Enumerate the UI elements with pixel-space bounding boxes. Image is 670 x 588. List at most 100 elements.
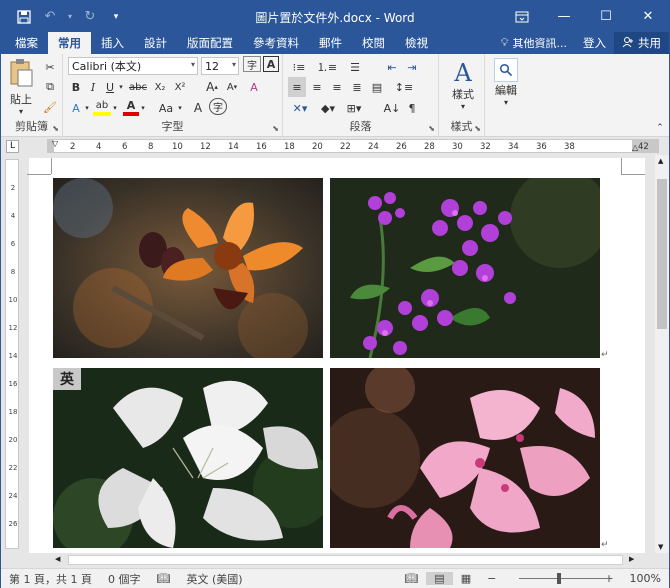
- phonetic-guide-icon[interactable]: 字: [243, 56, 261, 72]
- close-button[interactable]: ✕: [627, 1, 669, 32]
- change-case-dropdown-icon[interactable]: ▾: [176, 98, 184, 118]
- show-marks-icon[interactable]: ¶: [403, 98, 421, 118]
- enclose-characters-icon[interactable]: 字: [209, 98, 227, 115]
- editing-dropdown-icon[interactable]: ▾: [504, 98, 508, 107]
- font-launcher-icon[interactable]: ⬊: [272, 124, 279, 133]
- cut-icon[interactable]: ✂: [41, 57, 59, 77]
- paragraph-launcher-icon[interactable]: ⬊: [428, 124, 435, 133]
- sort-icon[interactable]: A↓: [383, 98, 401, 118]
- word-count[interactable]: 0 個字: [100, 571, 149, 587]
- increase-indent-icon[interactable]: ⇥: [403, 57, 421, 77]
- share-button[interactable]: 共用: [614, 32, 669, 54]
- vertical-scroll-thumb[interactable]: [657, 179, 667, 329]
- read-mode-icon[interactable]: 📖︎: [396, 572, 426, 585]
- multilevel-list-icon[interactable]: ☰: [344, 57, 366, 77]
- vertical-scrollbar[interactable]: ▲ ▼: [655, 155, 669, 553]
- ime-mode-badge[interactable]: 英: [53, 368, 81, 390]
- character-border-icon[interactable]: A: [263, 56, 279, 72]
- page-count[interactable]: 第 1 頁，共 1 頁: [1, 571, 100, 587]
- web-layout-icon[interactable]: ▦: [453, 572, 479, 585]
- undo-icon[interactable]: ↶: [39, 6, 61, 28]
- decrease-indent-icon[interactable]: ⇤: [383, 57, 401, 77]
- grow-font-icon[interactable]: A ▴: [203, 77, 221, 97]
- maximize-button[interactable]: ☐: [585, 1, 627, 32]
- collapse-ribbon-icon[interactable]: ⌃: [653, 118, 667, 138]
- font-name-dropdown-icon[interactable]: ▾: [191, 60, 195, 69]
- scroll-down-icon[interactable]: ▼: [658, 543, 663, 551]
- subscript-button[interactable]: X₂: [151, 77, 169, 97]
- scroll-up-icon[interactable]: ▲: [658, 157, 663, 165]
- paste-button[interactable]: 貼上 ▾: [6, 58, 36, 116]
- tab-file[interactable]: 檔案: [1, 32, 48, 54]
- clipboard-launcher-icon[interactable]: ⬊: [52, 124, 59, 133]
- photo-white-flowers[interactable]: 英: [53, 368, 323, 548]
- italic-button[interactable]: I: [85, 77, 101, 97]
- font-size-dropdown-icon[interactable]: ▾: [232, 60, 236, 69]
- font-size-combo[interactable]: 12 ▾: [201, 57, 239, 75]
- scroll-right-icon[interactable]: ▶: [629, 555, 634, 563]
- tab-mailings[interactable]: 郵件: [309, 32, 352, 54]
- minimize-button[interactable]: —: [543, 1, 585, 32]
- styles-button[interactable]: A 樣式 ▾: [447, 60, 479, 111]
- first-line-indent-marker[interactable]: ▽: [52, 139, 58, 148]
- styles-dropdown-icon[interactable]: ▾: [461, 102, 465, 111]
- format-painter-icon[interactable]: 🖌︎: [41, 97, 59, 117]
- text-effects-icon[interactable]: A: [68, 98, 84, 118]
- sign-in-link[interactable]: 登入: [575, 35, 614, 51]
- photo-orange-flower[interactable]: [53, 178, 323, 358]
- horizontal-scrollbar[interactable]: ◀ ▶: [23, 553, 655, 567]
- save-icon[interactable]: [13, 6, 35, 28]
- numbering-icon[interactable]: ⒈≡: [316, 57, 338, 77]
- language-indicator[interactable]: 英文 (美國): [178, 571, 250, 587]
- redo-icon[interactable]: ↻: [79, 6, 101, 28]
- bold-button[interactable]: B: [68, 77, 84, 97]
- styles-launcher-icon[interactable]: ⬊: [474, 124, 481, 133]
- strikethrough-button[interactable]: abc: [127, 77, 149, 97]
- change-case-button[interactable]: Aa: [155, 98, 177, 118]
- right-indent-marker[interactable]: △: [632, 143, 638, 152]
- copy-icon[interactable]: ⧉: [41, 77, 59, 97]
- zoom-out-icon[interactable]: −: [479, 572, 504, 585]
- scroll-left-icon[interactable]: ◀: [55, 555, 60, 563]
- bullets-icon[interactable]: ⁝≡: [288, 57, 310, 77]
- zoom-slider-knob[interactable]: [557, 573, 561, 584]
- borders-icon[interactable]: ⊞▾: [343, 98, 365, 118]
- tab-design[interactable]: 設計: [134, 32, 177, 54]
- zoom-level[interactable]: 100%: [622, 572, 669, 585]
- underline-dropdown-icon[interactable]: ▾: [117, 77, 125, 97]
- tab-review[interactable]: 校閱: [352, 32, 395, 54]
- shrink-font-icon[interactable]: A ▾: [223, 77, 241, 97]
- align-center-icon[interactable]: ≡: [308, 77, 326, 97]
- undo-dropdown-icon[interactable]: ▾: [65, 6, 75, 28]
- text-effects-dropdown-icon[interactable]: ▾: [83, 98, 91, 118]
- highlight-dropdown-icon[interactable]: ▾: [111, 98, 119, 118]
- align-right-icon[interactable]: ≡: [328, 77, 346, 97]
- font-color-dropdown-icon[interactable]: ▾: [139, 98, 147, 118]
- font-name-combo[interactable]: Calibri (本文) ▾: [68, 57, 198, 75]
- line-spacing-icon[interactable]: ↕≡: [393, 77, 415, 97]
- proofing-icon[interactable]: 📖︎: [148, 572, 178, 585]
- tab-references[interactable]: 參考資料: [243, 32, 309, 54]
- underline-button[interactable]: U: [102, 77, 118, 97]
- tab-insert[interactable]: 插入: [91, 32, 134, 54]
- align-left-icon[interactable]: ≡: [288, 77, 306, 97]
- justify-icon[interactable]: ≣: [348, 77, 366, 97]
- ribbon-display-options-icon[interactable]: [501, 1, 543, 32]
- photo-pink-flowers[interactable]: [330, 368, 600, 548]
- tab-view[interactable]: 檢視: [395, 32, 438, 54]
- font-color-button[interactable]: A: [123, 98, 139, 116]
- photo-purple-flowers[interactable]: [330, 178, 600, 358]
- clear-formatting-icon[interactable]: A: [245, 77, 263, 97]
- shading-icon[interactable]: ◆▾: [317, 98, 339, 118]
- vertical-ruler[interactable]: 2 4 6 8 10 12 14 16 18 20 22 24 26: [5, 159, 19, 549]
- document-area[interactable]: ↵ 英 ↵: [23, 155, 655, 553]
- tell-me-box[interactable]: 💡︎ 其他資訊...: [493, 35, 575, 51]
- ruler-bar[interactable]: 2 4 6 8 10 12 14 16 18 20 22 24 26 28 30…: [47, 139, 659, 153]
- customize-qat-icon[interactable]: ▾: [105, 6, 127, 28]
- document-page[interactable]: ↵ 英 ↵: [27, 158, 645, 553]
- tab-layout[interactable]: 版面配置: [177, 32, 243, 54]
- highlight-button[interactable]: ab: [93, 98, 111, 116]
- distributed-icon[interactable]: ▤: [368, 77, 386, 97]
- tab-selector[interactable]: L: [6, 140, 19, 153]
- superscript-button[interactable]: X²: [171, 77, 189, 97]
